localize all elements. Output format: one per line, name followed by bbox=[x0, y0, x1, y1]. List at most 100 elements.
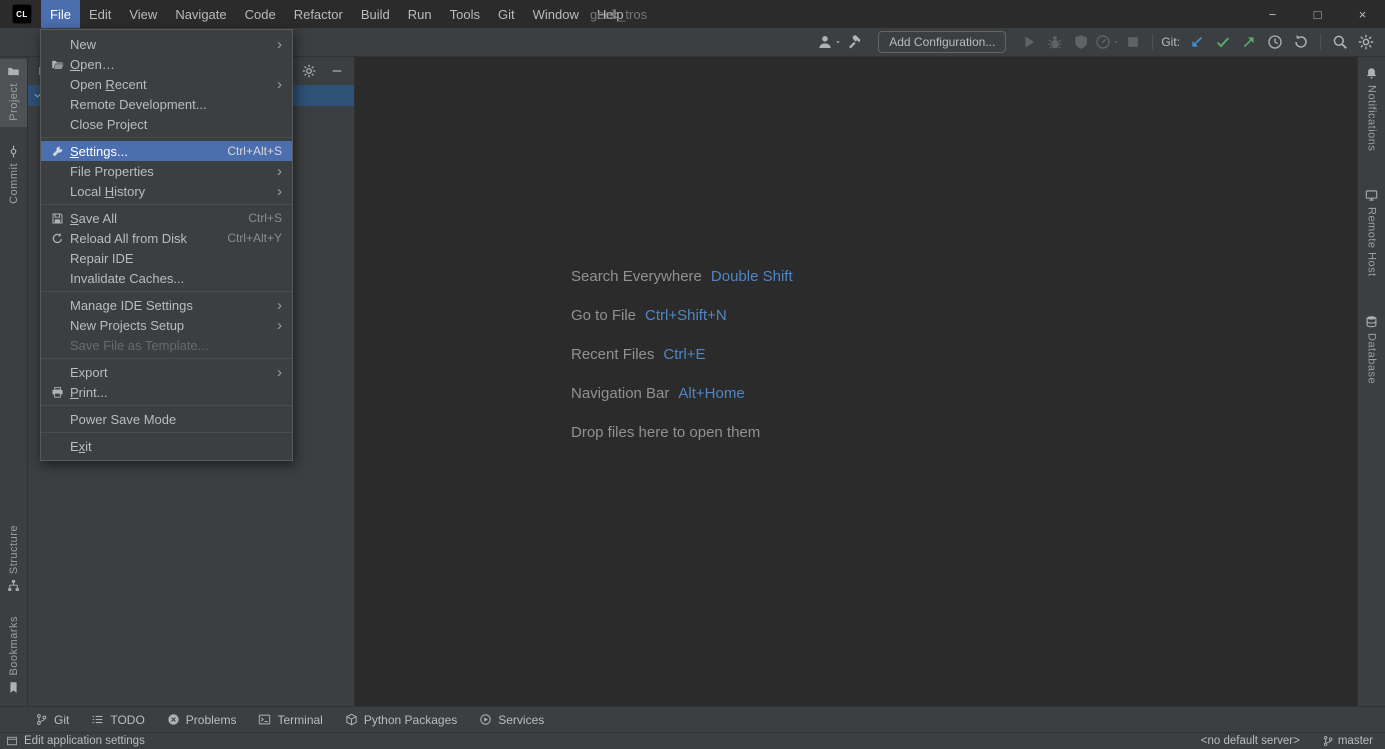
application-window: CL File Edit View Navigate Code Refactor Build… bbox=[0, 0, 1385, 749]
tool-stripe-project[interactable]: Project bbox=[0, 59, 27, 127]
maximize-button[interactable]: □ bbox=[1295, 0, 1340, 28]
gear-icon bbox=[1358, 34, 1374, 50]
git-commit-button[interactable] bbox=[1210, 30, 1236, 54]
menu-item-open[interactable]: Open… bbox=[41, 54, 292, 74]
menubar-item-view[interactable]: View bbox=[120, 0, 166, 28]
menu-item-manage-ide-settings[interactable]: Manage IDE Settings › bbox=[41, 295, 292, 315]
stop-icon bbox=[1125, 34, 1141, 50]
debug-button[interactable] bbox=[1042, 30, 1068, 54]
folder-open-icon bbox=[47, 58, 67, 71]
package-icon bbox=[345, 713, 358, 726]
user-account-button[interactable] bbox=[816, 30, 842, 54]
project-options-gear-icon[interactable] bbox=[302, 64, 316, 78]
left-stripe-bottom-group: Structure Bookmarks bbox=[0, 519, 27, 700]
toolwindow-terminal[interactable]: Terminal bbox=[247, 707, 333, 732]
stripe-label: Notifications bbox=[1365, 85, 1378, 152]
toolwindow-todo[interactable]: TODO bbox=[80, 707, 155, 732]
menu-item-export[interactable]: Export › bbox=[41, 362, 292, 382]
git-update-button[interactable] bbox=[1184, 30, 1210, 54]
submenu-arrow-icon: › bbox=[277, 182, 282, 200]
monitor-icon bbox=[1365, 189, 1378, 202]
profiler-button[interactable] bbox=[1094, 30, 1120, 54]
tool-stripe-notifications[interactable]: Notifications bbox=[1358, 61, 1385, 157]
menubar-item-tools[interactable]: Tools bbox=[441, 0, 489, 28]
menubar-item-git[interactable]: Git bbox=[489, 0, 524, 28]
todo-icon bbox=[91, 713, 104, 726]
menu-item-new-projects-setup[interactable]: New Projects Setup › bbox=[41, 315, 292, 335]
history-icon bbox=[1267, 34, 1283, 50]
tool-stripe-remote-host[interactable]: Remote Host bbox=[1358, 183, 1385, 283]
git-branch-widget[interactable]: master bbox=[1322, 735, 1373, 747]
stop-button[interactable] bbox=[1120, 30, 1146, 54]
menu-item-save-file-as-template: Save File as Template... bbox=[41, 335, 292, 355]
stripe-label: Structure bbox=[7, 525, 20, 575]
menu-item-reload-all-from-disk[interactable]: Reload All from Disk Ctrl+Alt+Y bbox=[41, 228, 292, 248]
search-icon bbox=[1332, 34, 1348, 50]
submenu-arrow-icon: › bbox=[277, 296, 282, 314]
branch-icon bbox=[35, 713, 48, 726]
menubar-item-edit[interactable]: Edit bbox=[80, 0, 120, 28]
git-push-button[interactable] bbox=[1236, 30, 1262, 54]
hammer-icon bbox=[847, 34, 863, 50]
menu-item-label: Open Recent bbox=[70, 76, 147, 92]
add-configuration-button[interactable]: Add Configuration... bbox=[878, 31, 1007, 53]
run-with-coverage-button[interactable] bbox=[1068, 30, 1094, 54]
tool-stripe-bookmarks[interactable]: Bookmarks bbox=[0, 610, 27, 700]
menu-item-settings[interactable]: Settings... Ctrl+Alt+S bbox=[41, 141, 292, 161]
toolwindow-python-packages[interactable]: Python Packages bbox=[334, 707, 468, 732]
caret-down-icon bbox=[834, 38, 842, 46]
git-history-button[interactable] bbox=[1262, 30, 1288, 54]
menubar-item-window[interactable]: Window bbox=[524, 0, 588, 28]
menubar-item-navigate[interactable]: Navigate bbox=[166, 0, 235, 28]
git-rollback-button[interactable] bbox=[1288, 30, 1314, 54]
bookmark-icon bbox=[7, 681, 20, 694]
bug-icon bbox=[1047, 34, 1063, 50]
menu-item-close-project[interactable]: Close Project bbox=[41, 114, 292, 134]
menu-item-open-recent[interactable]: Open Recent › bbox=[41, 74, 292, 94]
tool-stripe-commit[interactable]: Commit bbox=[0, 139, 27, 210]
git-branch-name: master bbox=[1337, 735, 1373, 747]
toolwindow-problems[interactable]: Problems bbox=[156, 707, 248, 732]
menu-item-save-all[interactable]: Save All Ctrl+S bbox=[41, 208, 292, 228]
menu-item-new[interactable]: New › bbox=[41, 34, 292, 54]
tip-label: Search Everywhere bbox=[571, 268, 702, 285]
menu-item-local-history[interactable]: Local History › bbox=[41, 181, 292, 201]
status-message: Edit application settings bbox=[24, 735, 145, 747]
build-project-button[interactable] bbox=[842, 30, 868, 54]
toolbar-divider bbox=[1320, 34, 1321, 50]
toolwindow-git[interactable]: Git bbox=[24, 707, 80, 732]
menu-item-repair-ide[interactable]: Repair IDE bbox=[41, 248, 292, 268]
menubar-item-run[interactable]: Run bbox=[399, 0, 441, 28]
minimize-button[interactable]: − bbox=[1250, 0, 1295, 28]
app-logo-icon: CL bbox=[12, 4, 32, 24]
toolwindow-services[interactable]: Services bbox=[468, 707, 555, 732]
close-button[interactable]: × bbox=[1340, 0, 1385, 28]
menubar-item-file[interactable]: File bbox=[41, 0, 80, 28]
menu-separator bbox=[41, 291, 292, 292]
editor-area: Search Everywhere Double Shift Go to File C… bbox=[356, 57, 1357, 706]
tip-shortcut: Double Shift bbox=[710, 268, 793, 285]
toolwindow-label: Python Packages bbox=[363, 712, 458, 727]
file-menu-popup: New › Open… Open Recent › Remote Development.… bbox=[40, 29, 293, 461]
toolbar-divider bbox=[1152, 34, 1154, 50]
menubar-item-refactor[interactable]: Refactor bbox=[285, 0, 352, 28]
run-button[interactable] bbox=[1016, 30, 1042, 54]
menu-item-exit[interactable]: Exit bbox=[41, 436, 292, 456]
tool-stripe-structure[interactable]: Structure bbox=[0, 519, 27, 598]
menubar-item-code[interactable]: Code bbox=[236, 0, 285, 28]
hide-panel-icon[interactable] bbox=[330, 64, 344, 78]
menubar-item-build[interactable]: Build bbox=[352, 0, 399, 28]
menu-item-invalidate-caches[interactable]: Invalidate Caches... bbox=[41, 268, 292, 288]
menu-separator bbox=[41, 432, 292, 433]
default-server-widget[interactable]: <no default server> bbox=[1201, 735, 1300, 747]
menu-item-file-properties[interactable]: File Properties › bbox=[41, 161, 292, 181]
menu-item-label: Save All bbox=[70, 210, 117, 226]
menu-item-remote-development[interactable]: Remote Development... bbox=[41, 94, 292, 114]
menu-item-label: Remote Development... bbox=[70, 96, 207, 112]
search-everywhere-button[interactable] bbox=[1327, 30, 1353, 54]
title-bar: CL File Edit View Navigate Code Refactor Build… bbox=[0, 0, 1385, 28]
ide-settings-button[interactable] bbox=[1353, 30, 1379, 54]
menu-item-power-save-mode[interactable]: Power Save Mode bbox=[41, 409, 292, 429]
tool-stripe-database[interactable]: Database bbox=[1358, 309, 1385, 390]
menu-item-print[interactable]: Print... bbox=[41, 382, 292, 402]
